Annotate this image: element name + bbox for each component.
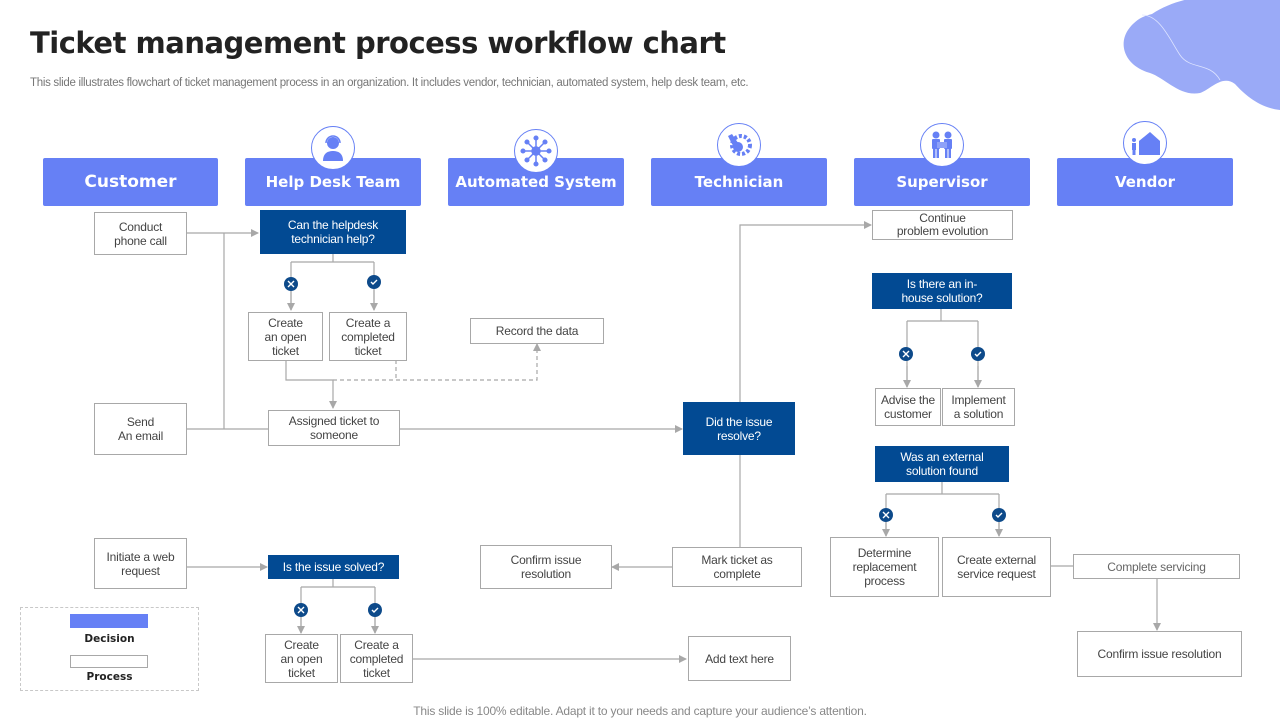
connector (285, 360, 337, 409)
yes-check-icon (368, 603, 382, 617)
process-continue-problem-evolution[interactable]: Continue problem evolution (872, 210, 1013, 240)
process-confirm-issue-resolution[interactable]: Confirm issue resolution (480, 545, 612, 589)
process-create-completed-ticket[interactable]: Create a completed ticket (329, 312, 407, 361)
legend-process-swatch (70, 655, 148, 668)
connector (906, 309, 979, 387)
process-record-data[interactable]: Record the data (470, 318, 604, 344)
process-advise-customer[interactable]: Advise the customer (875, 388, 941, 426)
process-create-open-ticket[interactable]: Create an open ticket (265, 634, 338, 683)
no-cross-icon (284, 277, 298, 291)
no-cross-icon (899, 347, 913, 361)
yes-check-icon (971, 347, 985, 361)
process-confirm-issue-resolution[interactable]: Confirm issue resolution (1077, 631, 1242, 677)
process-create-open-ticket[interactable]: Create an open ticket (248, 312, 323, 361)
decision-is-issue-solved[interactable]: Is the issue solved? (268, 555, 399, 579)
process-assigned-ticket[interactable]: Assigned ticket to someone (268, 410, 400, 446)
process-determine-replacement[interactable]: Determine replacement process (830, 537, 939, 597)
process-implement-solution[interactable]: Implement a solution (942, 388, 1015, 426)
process-mark-ticket-complete[interactable]: Mark ticket as complete (672, 547, 802, 587)
process-create-completed-ticket[interactable]: Create a completed ticket (340, 634, 413, 683)
connector (739, 221, 872, 403)
yes-check-icon (367, 275, 381, 289)
legend-decision-label: Decision (84, 633, 135, 645)
connector (300, 579, 376, 633)
no-cross-icon (879, 508, 893, 522)
process-add-text-here[interactable]: Add text here (688, 636, 791, 681)
process-send-email[interactable]: Send An email (94, 403, 187, 455)
footer-note: This slide is 100% editable. Adapt it to… (413, 704, 867, 718)
connector (290, 254, 375, 310)
process-conduct-phone-call[interactable]: Conduct phone call (94, 212, 187, 255)
decision-can-helpdesk-help[interactable]: Can the helpdesk technician help? (260, 210, 406, 254)
no-cross-icon (294, 603, 308, 617)
yes-check-icon (992, 508, 1006, 522)
process-complete-servicing[interactable]: Complete servicing (1073, 554, 1240, 579)
decision-external-solution-found[interactable]: Was an external solution found (875, 446, 1009, 482)
decision-did-issue-resolve[interactable]: Did the issue resolve? (683, 402, 795, 455)
connector (885, 482, 1000, 536)
legend-decision-swatch (70, 614, 148, 628)
process-initiate-web-request[interactable]: Initiate a web request (94, 538, 187, 589)
process-create-external-request[interactable]: Create external service request (942, 537, 1051, 597)
legend-process-label: Process (86, 671, 133, 683)
decision-in-house-solution[interactable]: Is there an in- house solution? (872, 273, 1012, 309)
legend: Decision Process (20, 607, 199, 691)
